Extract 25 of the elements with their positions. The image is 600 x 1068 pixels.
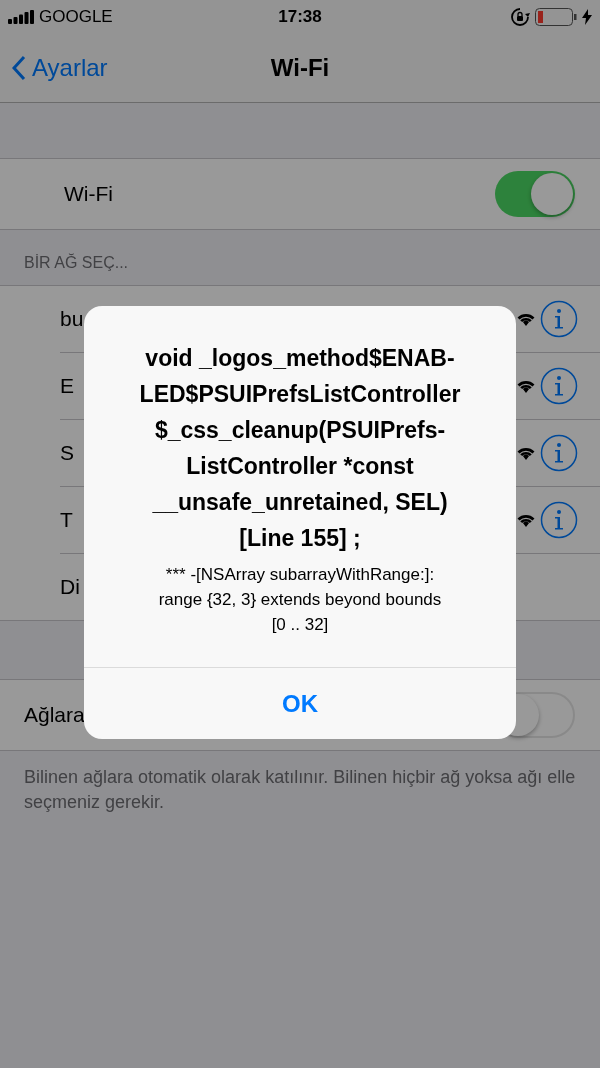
alert-title: void _logos_method$ENAB- LED$PSUIPrefsListController $_css_cleanup(PSUIPrefs- ListController *const __unsafe_unretained, SEL) [Line 155] ;: [138, 344, 462, 553]
signal-icon: [8, 10, 34, 24]
alert-message: *** -[NSArray subarrayWithRange:]: range {32, 3} extends beyond bounds [0 .. 32]: [157, 564, 443, 636]
screen-title: Wi-Fi: [270, 54, 330, 82]
row-label: Ağlara: [23, 703, 85, 727]
row-label: Wi-Fi: [63, 182, 113, 206]
info-icon[interactable]: [540, 434, 578, 472]
network-name: S: [60, 441, 74, 465]
chevron-left-icon: [12, 55, 26, 81]
back-button[interactable]: Ayarlar: [0, 53, 114, 83]
clock-time: 17:38: [278, 7, 322, 27]
network-name: bu: [60, 307, 84, 331]
info-icon[interactable]: [540, 300, 578, 338]
section-header: BİR AĞ SEÇ...: [24, 254, 129, 272]
footer-note: Bilinen ağlara otomatik olarak katılınır. Bilinen hiçbir ağ yoksa ağı elle seçmeniz gerekir.: [24, 767, 576, 812]
info-icon[interactable]: [540, 501, 578, 539]
network-name: E: [60, 374, 74, 398]
info-icon[interactable]: [540, 367, 578, 405]
rotation-lock-icon: [510, 7, 530, 27]
toggle-switch[interactable]: [495, 171, 575, 217]
charging-bolt-icon: [582, 9, 592, 25]
carrier-name: GOOGLE: [39, 7, 113, 27]
battery-icon: [535, 8, 577, 26]
network-name: T: [60, 508, 73, 532]
ok-button[interactable]: OK: [84, 667, 516, 739]
